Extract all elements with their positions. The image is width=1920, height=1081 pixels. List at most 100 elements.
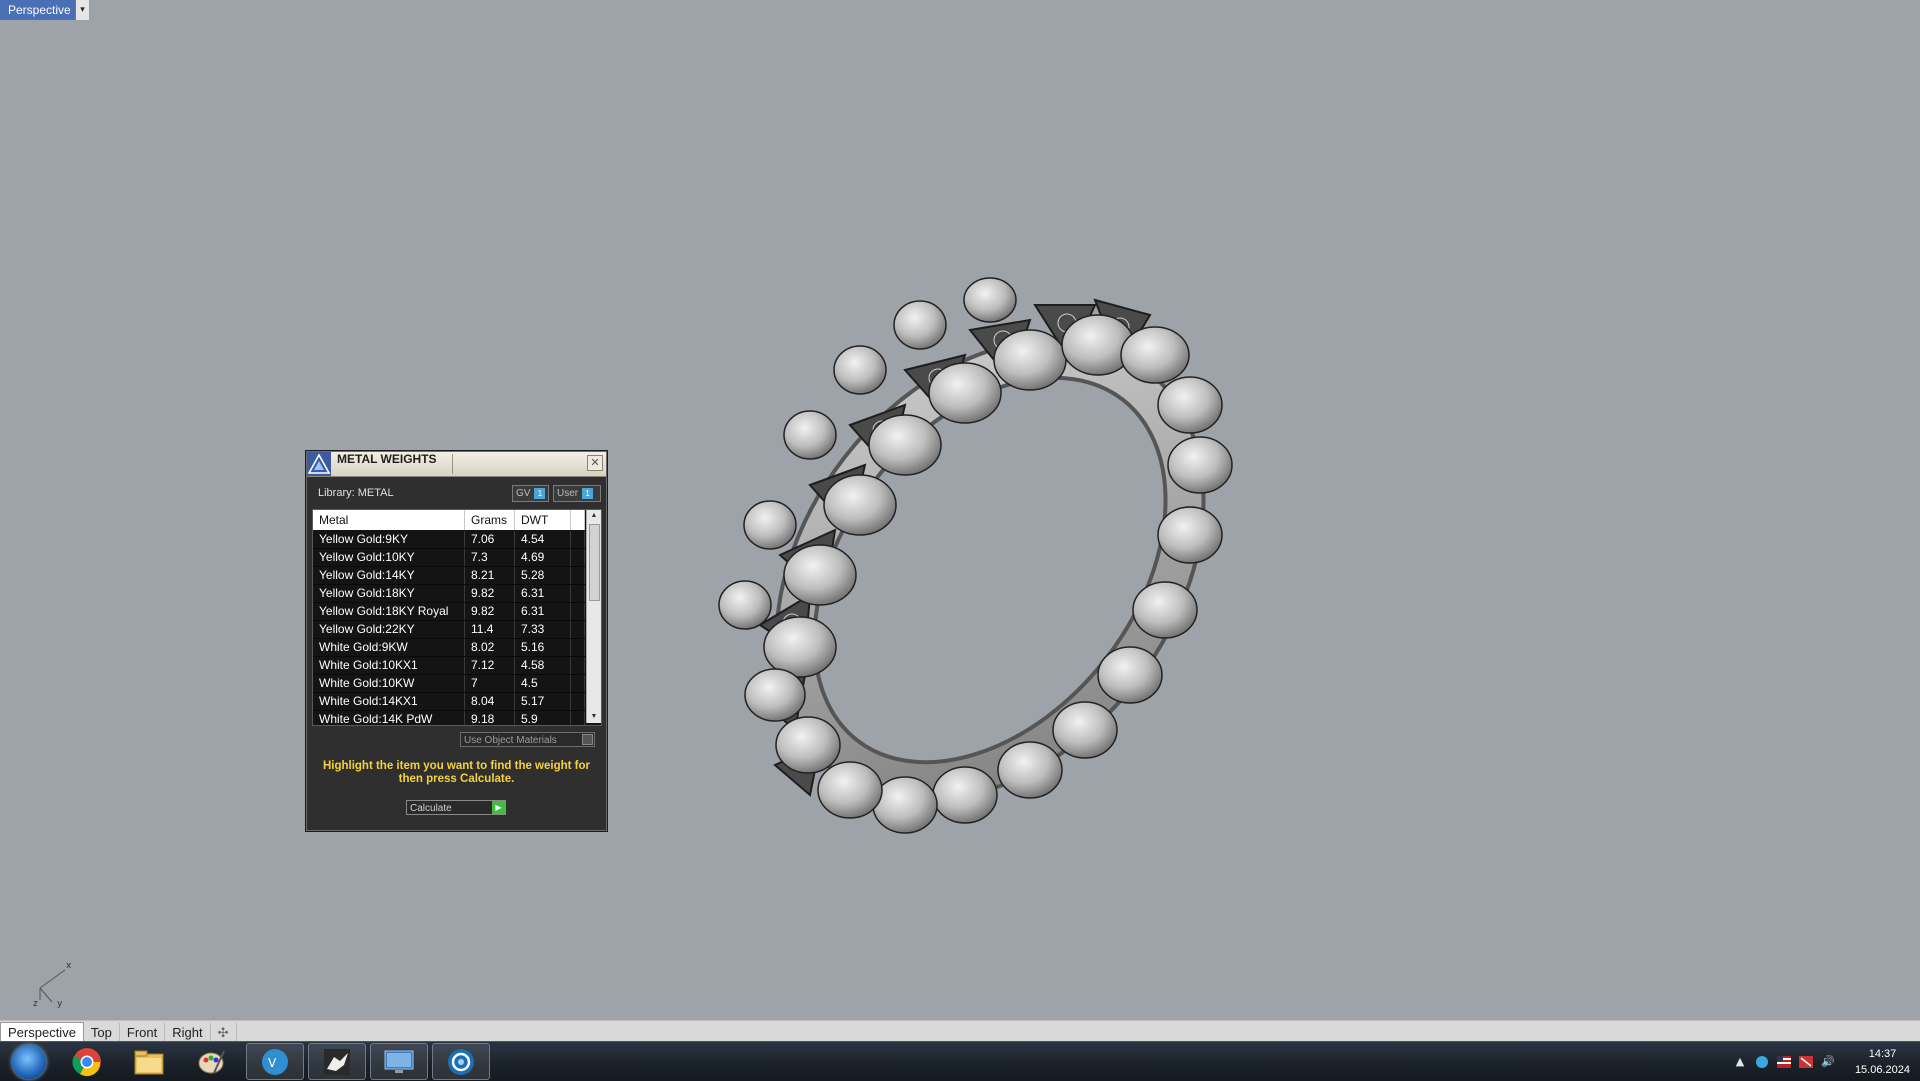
gv-label: GV bbox=[516, 488, 531, 499]
metal-cell: White Gold:10KW bbox=[313, 675, 465, 692]
table-row[interactable]: Yellow Gold:14KY 8.21 5.28 bbox=[313, 567, 585, 585]
use-object-materials-field[interactable]: Use Object Materials bbox=[460, 732, 595, 747]
column-metal[interactable]: Metal bbox=[313, 510, 465, 530]
table-row[interactable]: White Gold:9KW 8.02 5.16 bbox=[313, 639, 585, 657]
grams-cell: 7 bbox=[465, 675, 515, 692]
table-row[interactable]: Yellow Gold:18KY Royal 9.82 6.31 bbox=[313, 603, 585, 621]
clock-date: 15.06.2024 bbox=[1854, 1063, 1910, 1076]
perspective-viewport[interactable]: Perspective ▾ x y z bbox=[0, 0, 1920, 1020]
dwt-cell: 5.9 bbox=[515, 711, 571, 725]
paint-icon bbox=[198, 1050, 225, 1073]
table-scrollbar[interactable]: ▲ ▼ bbox=[586, 510, 601, 723]
calculate-label: Calculate bbox=[410, 803, 452, 814]
dwt-cell: 7.33 bbox=[515, 621, 571, 638]
gv-value: 1 bbox=[534, 488, 546, 499]
row-spacer bbox=[571, 621, 585, 638]
add-viewport-tab-icon[interactable]: ✣ bbox=[211, 1023, 237, 1042]
tab-right[interactable]: Right bbox=[165, 1023, 211, 1042]
axis-z-label: z bbox=[33, 999, 38, 1008]
metal-cell: White Gold:14KX1 bbox=[313, 693, 465, 710]
use-object-materials-label: Use Object Materials bbox=[464, 735, 557, 746]
row-spacer bbox=[571, 711, 585, 725]
grams-cell: 8.02 bbox=[465, 639, 515, 656]
calculate-button[interactable]: Calculate ▶ bbox=[406, 800, 506, 815]
gv-toggle[interactable]: GV 1 bbox=[512, 485, 549, 502]
user-value: 1 bbox=[582, 488, 594, 499]
metal-table[interactable]: Metal Grams DWT Yellow Gold:9KY 7.06 4.54 Y… bbox=[312, 509, 602, 726]
ring-model[interactable] bbox=[700, 275, 1260, 855]
explorer-taskbar-button[interactable] bbox=[120, 1043, 178, 1080]
vray-taskbar-button[interactable]: V bbox=[246, 1043, 304, 1080]
paint-taskbar-button[interactable] bbox=[182, 1043, 240, 1080]
row-spacer bbox=[571, 585, 585, 602]
table-row[interactable]: White Gold:14K PdW 9.18 5.9 bbox=[313, 711, 585, 725]
app-taskbar-button[interactable] bbox=[432, 1043, 490, 1080]
dwt-cell: 4.69 bbox=[515, 549, 571, 566]
dwt-cell: 4.58 bbox=[515, 657, 571, 674]
chrome-icon bbox=[72, 1047, 101, 1076]
action-center-flag-icon[interactable] bbox=[1798, 1055, 1813, 1069]
metal-cell: Yellow Gold:22KY bbox=[313, 621, 465, 638]
user-toggle[interactable]: User 1 bbox=[553, 485, 601, 502]
grams-cell: 9.82 bbox=[465, 603, 515, 620]
grams-cell: 9.82 bbox=[465, 585, 515, 602]
viewport-menu-dropdown-icon[interactable]: ▾ bbox=[75, 0, 89, 20]
scroll-thumb[interactable] bbox=[589, 524, 600, 601]
rhino-taskbar-button[interactable] bbox=[308, 1043, 366, 1080]
clock[interactable]: 14:37 15.06.2024 bbox=[1855, 1046, 1910, 1078]
metal-cell: Yellow Gold:9KY bbox=[313, 531, 465, 548]
column-dwt[interactable]: DWT bbox=[515, 510, 571, 530]
rhino-icon bbox=[324, 1048, 350, 1075]
metal-cell: Yellow Gold:14KY bbox=[313, 567, 465, 584]
metal-cell: White Gold:14K PdW bbox=[313, 711, 465, 725]
row-spacer bbox=[571, 639, 585, 656]
table-row[interactable]: White Gold:10KW 7 4.5 bbox=[313, 675, 585, 693]
axis-x-label: x bbox=[66, 961, 72, 971]
scroll-up-icon[interactable]: ▲ bbox=[587, 510, 601, 522]
grams-cell: 11.4 bbox=[465, 621, 515, 638]
system-tray: ▲ 🔊 14:37 15.06.2024 bbox=[1733, 1042, 1910, 1081]
tab-front[interactable]: Front bbox=[120, 1023, 166, 1042]
use-object-materials-toggle[interactable] bbox=[582, 734, 593, 745]
table-header: Metal Grams DWT bbox=[313, 510, 585, 530]
volume-icon[interactable]: 🔊 bbox=[1821, 1055, 1835, 1069]
close-icon[interactable]: ✕ bbox=[587, 455, 603, 471]
table-row[interactable]: Yellow Gold:9KY 7.06 4.54 bbox=[313, 531, 585, 549]
row-spacer bbox=[571, 675, 585, 692]
language-flag-icon[interactable] bbox=[1776, 1055, 1791, 1069]
viewport-title[interactable]: Perspective bbox=[0, 0, 77, 20]
metal-cell: Yellow Gold:18KY Royal bbox=[313, 603, 465, 620]
metal-cell: Yellow Gold:10KY bbox=[313, 549, 465, 566]
dialog-titlebar[interactable]: METAL WEIGHTS ✕ bbox=[307, 452, 606, 477]
table-row[interactable]: White Gold:10KX1 7.12 4.58 bbox=[313, 657, 585, 675]
network-globe-icon[interactable] bbox=[1755, 1055, 1769, 1069]
table-body: Yellow Gold:9KY 7.06 4.54 Yellow Gold:10KY 7… bbox=[313, 531, 585, 725]
show-hidden-icons-icon[interactable]: ▲ bbox=[1733, 1055, 1747, 1069]
taskbar: V ▲ 🔊 14:37 15.06.2024 bbox=[0, 1041, 1920, 1081]
matrix-logo-icon bbox=[307, 452, 331, 476]
column-grams[interactable]: Grams bbox=[465, 510, 515, 530]
table-row[interactable]: Yellow Gold:10KY 7.3 4.69 bbox=[313, 549, 585, 567]
remote-taskbar-button[interactable] bbox=[370, 1043, 428, 1080]
scroll-down-icon[interactable]: ▼ bbox=[587, 711, 601, 723]
start-button[interactable] bbox=[0, 1043, 58, 1080]
tab-top[interactable]: Top bbox=[84, 1023, 120, 1042]
table-row[interactable]: Yellow Gold:22KY 11.4 7.33 bbox=[313, 621, 585, 639]
dialog-title: METAL WEIGHTS bbox=[337, 452, 437, 466]
table-row[interactable]: White Gold:14KX1 8.04 5.17 bbox=[313, 693, 585, 711]
dwt-cell: 5.17 bbox=[515, 693, 571, 710]
tab-perspective[interactable]: Perspective bbox=[0, 1022, 84, 1042]
remote-desktop-icon bbox=[384, 1050, 414, 1073]
play-icon[interactable]: ▶ bbox=[492, 801, 505, 814]
library-label: Library: METAL bbox=[318, 487, 394, 499]
grams-cell: 8.04 bbox=[465, 693, 515, 710]
user-label: User bbox=[557, 488, 579, 499]
chrome-taskbar-button[interactable] bbox=[58, 1043, 116, 1080]
axis-triad-icon: x y z bbox=[33, 961, 72, 1008]
table-row[interactable]: Yellow Gold:18KY 9.82 6.31 bbox=[313, 585, 585, 603]
row-spacer bbox=[571, 693, 585, 710]
metal-cell: White Gold:9KW bbox=[313, 639, 465, 656]
title-divider bbox=[452, 454, 453, 474]
dwt-cell: 5.28 bbox=[515, 567, 571, 584]
windows-logo-icon bbox=[12, 1044, 46, 1079]
